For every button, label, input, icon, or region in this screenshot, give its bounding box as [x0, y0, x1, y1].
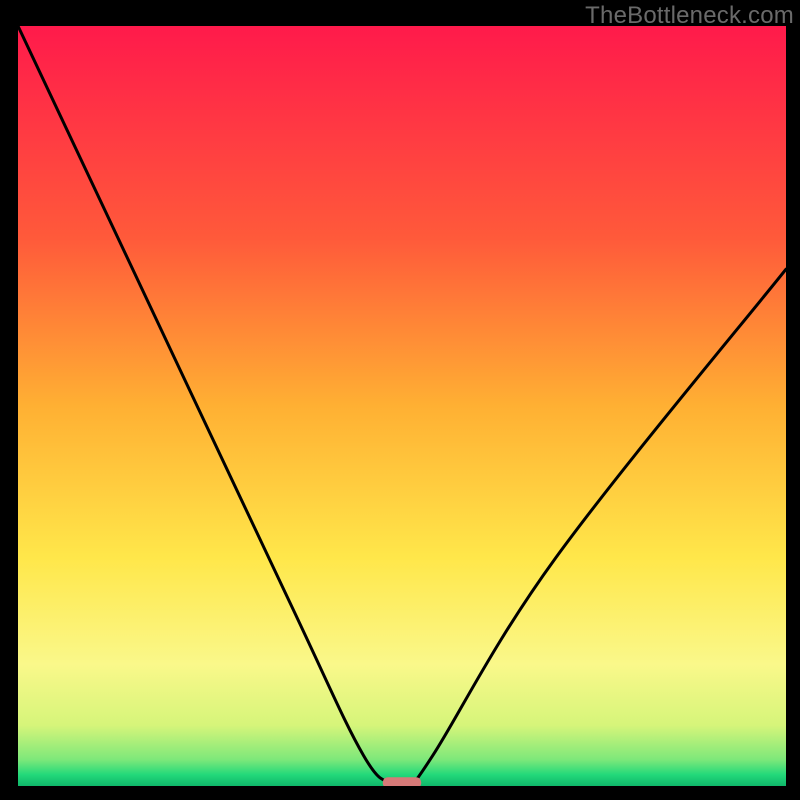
- chart-svg: [18, 26, 786, 786]
- plot-area: [18, 26, 786, 786]
- watermark-label: TheBottleneck.com: [585, 2, 794, 30]
- optimal-range-marker: [383, 777, 421, 786]
- gradient-background: [18, 26, 786, 786]
- chart-container: TheBottleneck.com: [0, 0, 800, 800]
